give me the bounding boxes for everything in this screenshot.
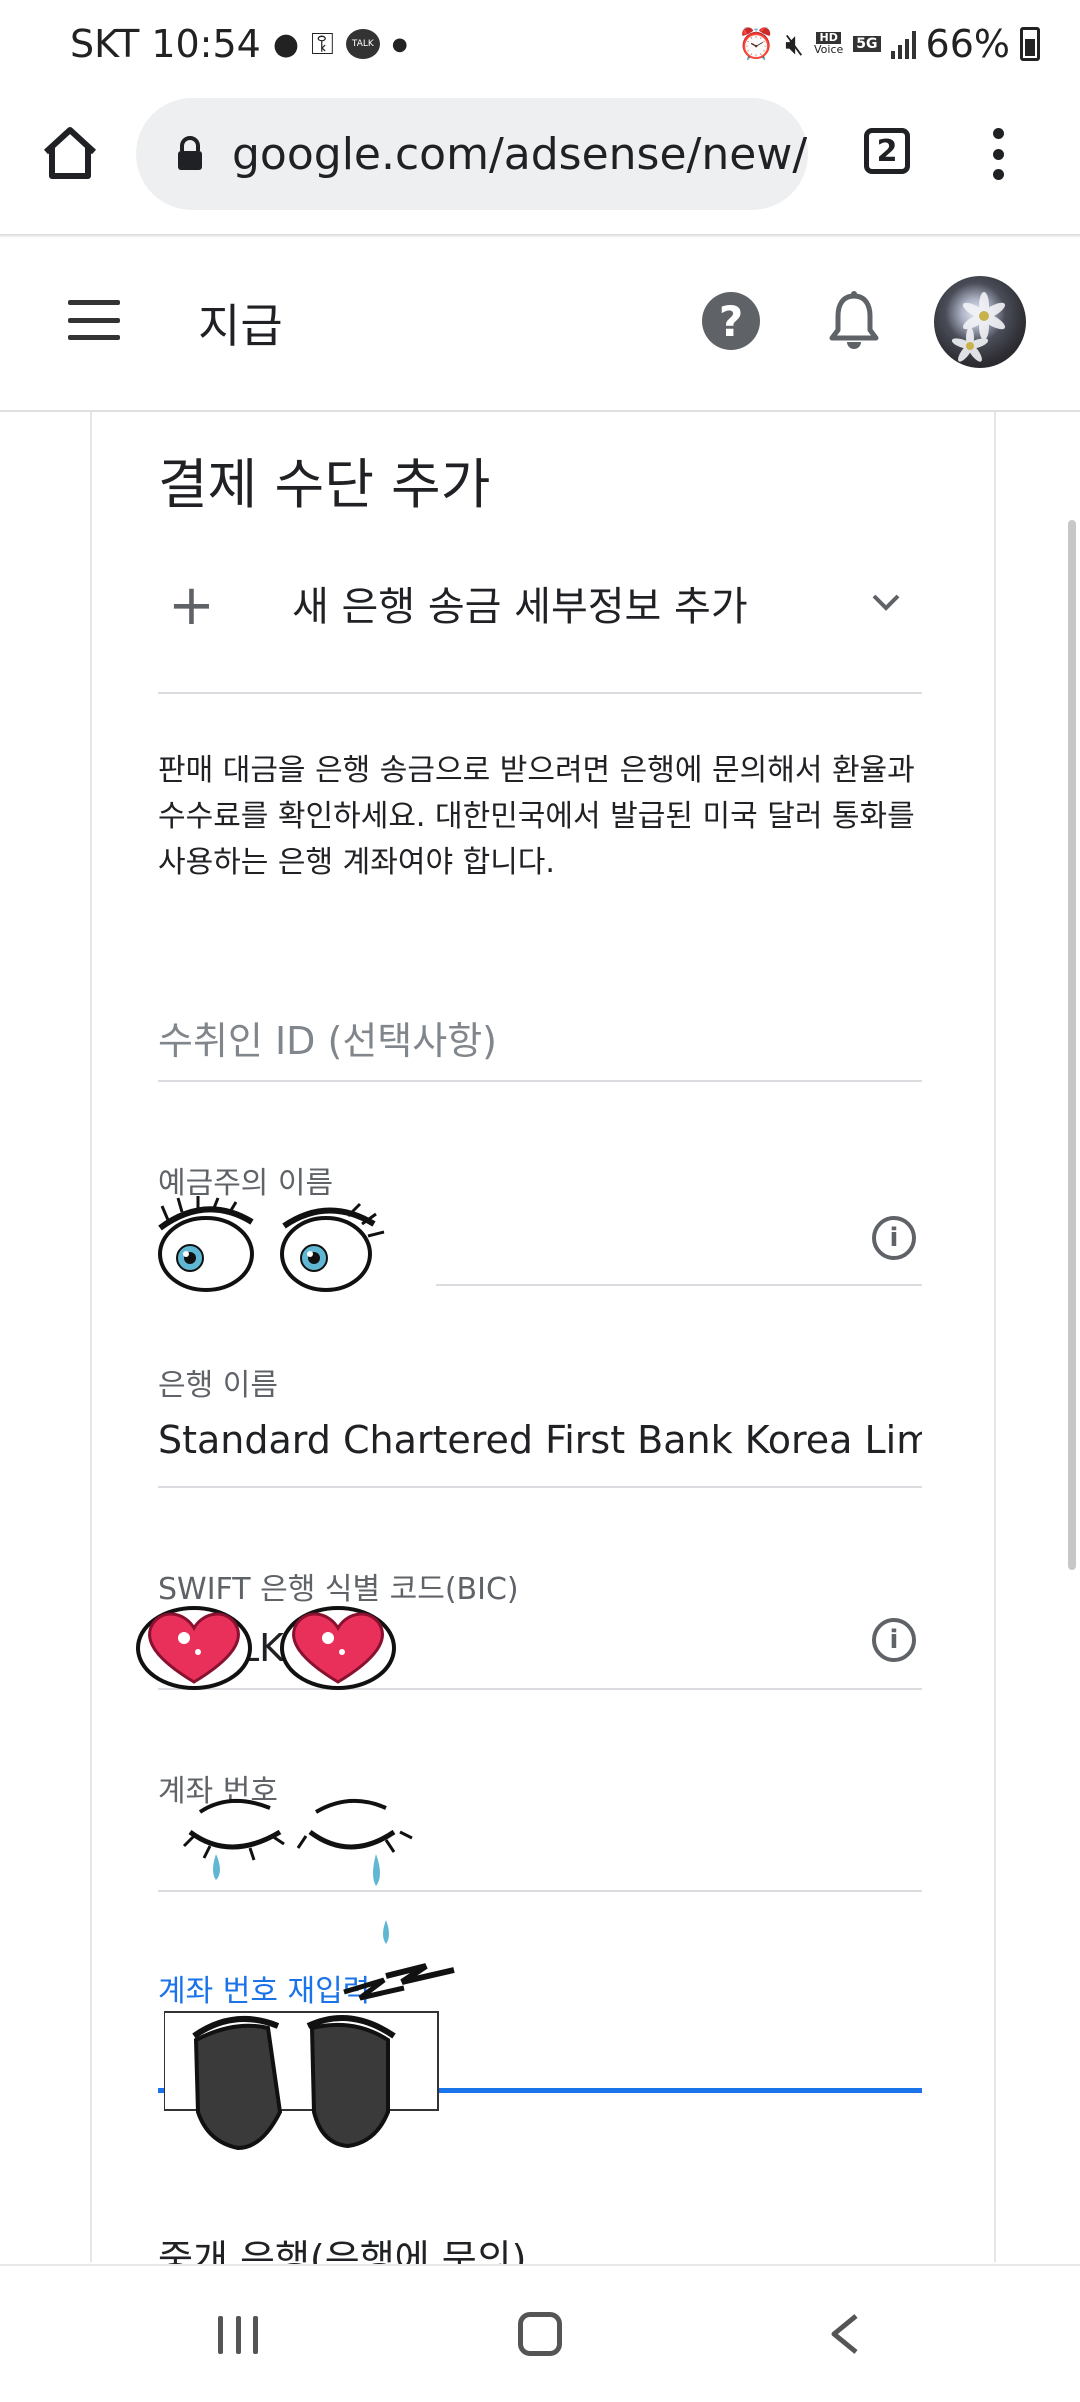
- home-button-icon[interactable]: [518, 2312, 562, 2356]
- tab-switcher-button[interactable]: 2: [864, 128, 910, 174]
- wide-eyes-sticker-icon: [158, 1196, 385, 1292]
- carrier: SKT: [70, 22, 140, 66]
- scrollbar[interactable]: [1068, 520, 1076, 1570]
- card-title: 결제 수단 추가: [158, 453, 491, 516]
- plus-icon[interactable]: +: [168, 578, 215, 634]
- account-holder-underline[interactable]: [436, 1284, 922, 1286]
- crying-eyes-sticker-icon: [182, 1798, 413, 1944]
- divider: [158, 692, 922, 694]
- notifications-bell-icon[interactable]: [826, 290, 882, 352]
- swift-info-icon[interactable]: i: [872, 1618, 916, 1662]
- hd-voice-icon: HD Voice: [814, 32, 843, 56]
- page-title: 지급: [198, 299, 283, 353]
- talk-badge: TALK: [351, 39, 374, 49]
- vpn-key-icon: ⚿: [311, 26, 334, 62]
- alarm-icon: ⏰: [737, 26, 776, 62]
- bank-name-underline: [158, 1486, 922, 1488]
- bank-name-label: 은행 이름: [158, 1368, 278, 1403]
- network-5g-icon: 5G: [853, 36, 881, 52]
- signal-icon: [890, 29, 916, 59]
- location-icon: ●: [272, 26, 300, 62]
- back-icon[interactable]: [826, 2312, 862, 2356]
- chevron-down-icon[interactable]: [870, 586, 902, 618]
- battery-icon: [1020, 27, 1040, 61]
- battery-percent: 66%: [925, 22, 1010, 66]
- more-dot-icon: ●: [391, 33, 408, 55]
- browser-menu-icon[interactable]: [990, 128, 1006, 180]
- bank-transfer-description: 판매 대금을 은행 송금으로 받으려면 은행에 문의해서 환율과 수수료를 확인…: [158, 753, 915, 880]
- voice-label: Voice: [814, 43, 844, 56]
- menu-icon[interactable]: [68, 300, 120, 340]
- help-icon[interactable]: ?: [702, 292, 760, 350]
- heart-eyes-sticker-icon: [136, 1606, 396, 1690]
- url-text: google.com/adsense/new/: [232, 128, 808, 180]
- home-icon[interactable]: [40, 124, 100, 182]
- lock-icon: [176, 136, 204, 172]
- kakaotalk-icon: TALK: [345, 29, 380, 59]
- status-bar: SKT 10:54 ● ⚿ TALK ● ⏰ 🔇︎ HD Voice 5G 66%: [0, 0, 1080, 96]
- clock: 10:54: [151, 22, 261, 66]
- account-avatar[interactable]: [934, 276, 1026, 368]
- bank-name-input[interactable]: Standard Chartered First Bank Korea Lim: [158, 1418, 922, 1462]
- sleepy-eyes-sticker-icon: [164, 1963, 455, 2151]
- url-bar[interactable]: google.com/adsense/new/: [136, 98, 808, 210]
- status-left: SKT 10:54 ● ⚿ TALK ●: [70, 22, 408, 66]
- holder-info-icon[interactable]: i: [872, 1216, 916, 1260]
- recipient-id-field[interactable]: 수취인 ID (선택사항): [158, 1010, 497, 1065]
- mute-icon: 🔇︎: [785, 26, 805, 62]
- recipient-id-underline: [158, 1080, 922, 1082]
- add-bank-transfer-option[interactable]: 새 은행 송금 세부정보 추가: [292, 574, 748, 632]
- recent-apps-icon[interactable]: [218, 2316, 258, 2354]
- app-header: [0, 238, 1080, 412]
- status-right: ⏰ 🔇︎ HD Voice 5G 66%: [738, 22, 1040, 66]
